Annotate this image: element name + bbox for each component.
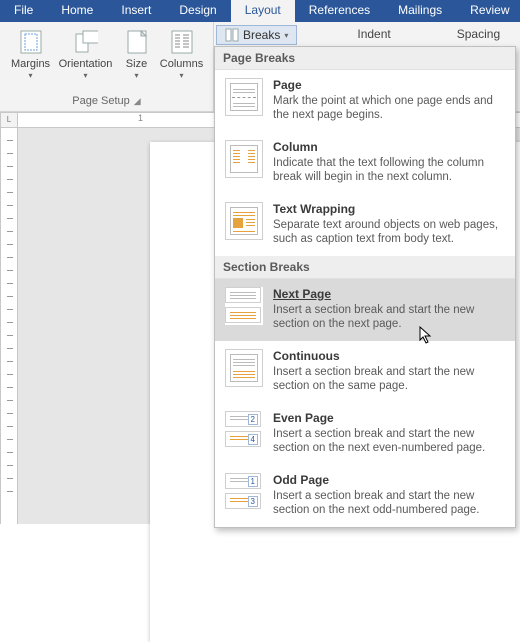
dialog-launcher-icon[interactable]: ◢ [134, 96, 141, 106]
ruler-mark: 1 [138, 113, 149, 123]
columns-icon [170, 30, 194, 54]
vertical-ruler[interactable] [0, 128, 18, 524]
tab-references[interactable]: References [295, 0, 384, 22]
menu-item-desc: Mark the point at which one page ends an… [273, 94, 505, 122]
ruler-corner[interactable]: L [0, 112, 18, 128]
columns-label: Columns [160, 58, 203, 70]
columns-button[interactable]: Columns ▾ [159, 26, 205, 80]
tab-design[interactable]: Design [165, 0, 230, 22]
indent-label: Indent [357, 27, 390, 41]
tab-review[interactable]: Review [456, 0, 520, 22]
tab-layout[interactable]: Layout [231, 0, 295, 22]
menu-item-title: Column [273, 140, 505, 154]
chevron-down-icon: ▾ [134, 71, 138, 80]
menu-item-desc: Insert a section break and start the new… [273, 303, 505, 331]
continuous-icon [225, 349, 263, 387]
orientation-button[interactable]: Orientation ▾ [57, 26, 115, 80]
next-page-icon [225, 287, 263, 325]
orientation-icon [74, 30, 98, 54]
breaks-label: Breaks [243, 28, 280, 42]
margins-button[interactable]: Margins ▾ [9, 26, 53, 80]
menu-item-desc: Insert a section break and start the new… [273, 365, 505, 393]
size-icon [125, 30, 149, 54]
page-break-icon [225, 78, 263, 116]
text-wrapping-icon [225, 202, 263, 240]
menu-item-title: Text Wrapping [273, 202, 505, 216]
chevron-down-icon: ▾ [179, 71, 183, 80]
menu-item-desc: Insert a section break and start the new… [273, 489, 505, 517]
tab-insert[interactable]: Insert [107, 0, 165, 22]
menu-item-text-wrapping[interactable]: Text Wrapping Separate text around objec… [215, 194, 515, 256]
menu-item-desc: Insert a section break and start the new… [273, 427, 505, 455]
menu-item-title: Odd Page [273, 473, 505, 487]
menu-item-title: Continuous [273, 349, 505, 363]
menu-item-page[interactable]: Page Mark the point at which one page en… [215, 70, 515, 132]
breaks-icon [225, 28, 239, 42]
group-page-setup: Margins ▾ Orientation ▾ Size ▾ [0, 22, 214, 111]
chevron-down-icon: ▾ [83, 71, 87, 80]
dropdown-header-section-breaks: Section Breaks [215, 256, 515, 279]
even-page-icon: 2 4 [225, 411, 263, 449]
menu-item-continuous[interactable]: Continuous Insert a section break and st… [215, 341, 515, 403]
column-break-icon [225, 140, 263, 178]
size-button[interactable]: Size ▾ [119, 26, 155, 80]
menu-item-odd-page[interactable]: 1 3 Odd Page Insert a section break and … [215, 465, 515, 527]
menu-item-title: Page [273, 78, 505, 92]
menu-item-title: Even Page [273, 411, 505, 425]
chevron-down-icon: ▾ [284, 31, 288, 40]
tab-home[interactable]: Home [47, 0, 107, 22]
orientation-label: Orientation [59, 58, 113, 70]
ribbon-tabs: File Home Insert Design Layout Reference… [0, 0, 520, 22]
menu-item-title: Next Page [273, 287, 505, 301]
menu-item-next-page[interactable]: Next Page Insert a section break and sta… [215, 279, 515, 341]
breaks-button[interactable]: Breaks ▾ [216, 25, 297, 45]
menu-item-desc: Separate text around objects on web page… [273, 218, 505, 246]
margins-label: Margins [11, 58, 50, 70]
tab-file[interactable]: File [0, 0, 47, 22]
margins-icon [19, 30, 43, 54]
group-label-page-setup: Page Setup◢ [72, 95, 140, 109]
odd-page-icon: 1 3 [225, 473, 263, 511]
menu-item-desc: Indicate that the text following the col… [273, 156, 505, 184]
menu-item-even-page[interactable]: 2 4 Even Page Insert a section break and… [215, 403, 515, 465]
menu-item-column[interactable]: Column Indicate that the text following … [215, 132, 515, 194]
spacing-label: Spacing [457, 27, 500, 41]
chevron-down-icon: ▾ [28, 71, 32, 80]
size-label: Size [126, 58, 147, 70]
breaks-dropdown: Page Breaks Page Mark the point at which… [214, 46, 516, 528]
dropdown-header-page-breaks: Page Breaks [215, 47, 515, 70]
tab-mailings[interactable]: Mailings [384, 0, 456, 22]
